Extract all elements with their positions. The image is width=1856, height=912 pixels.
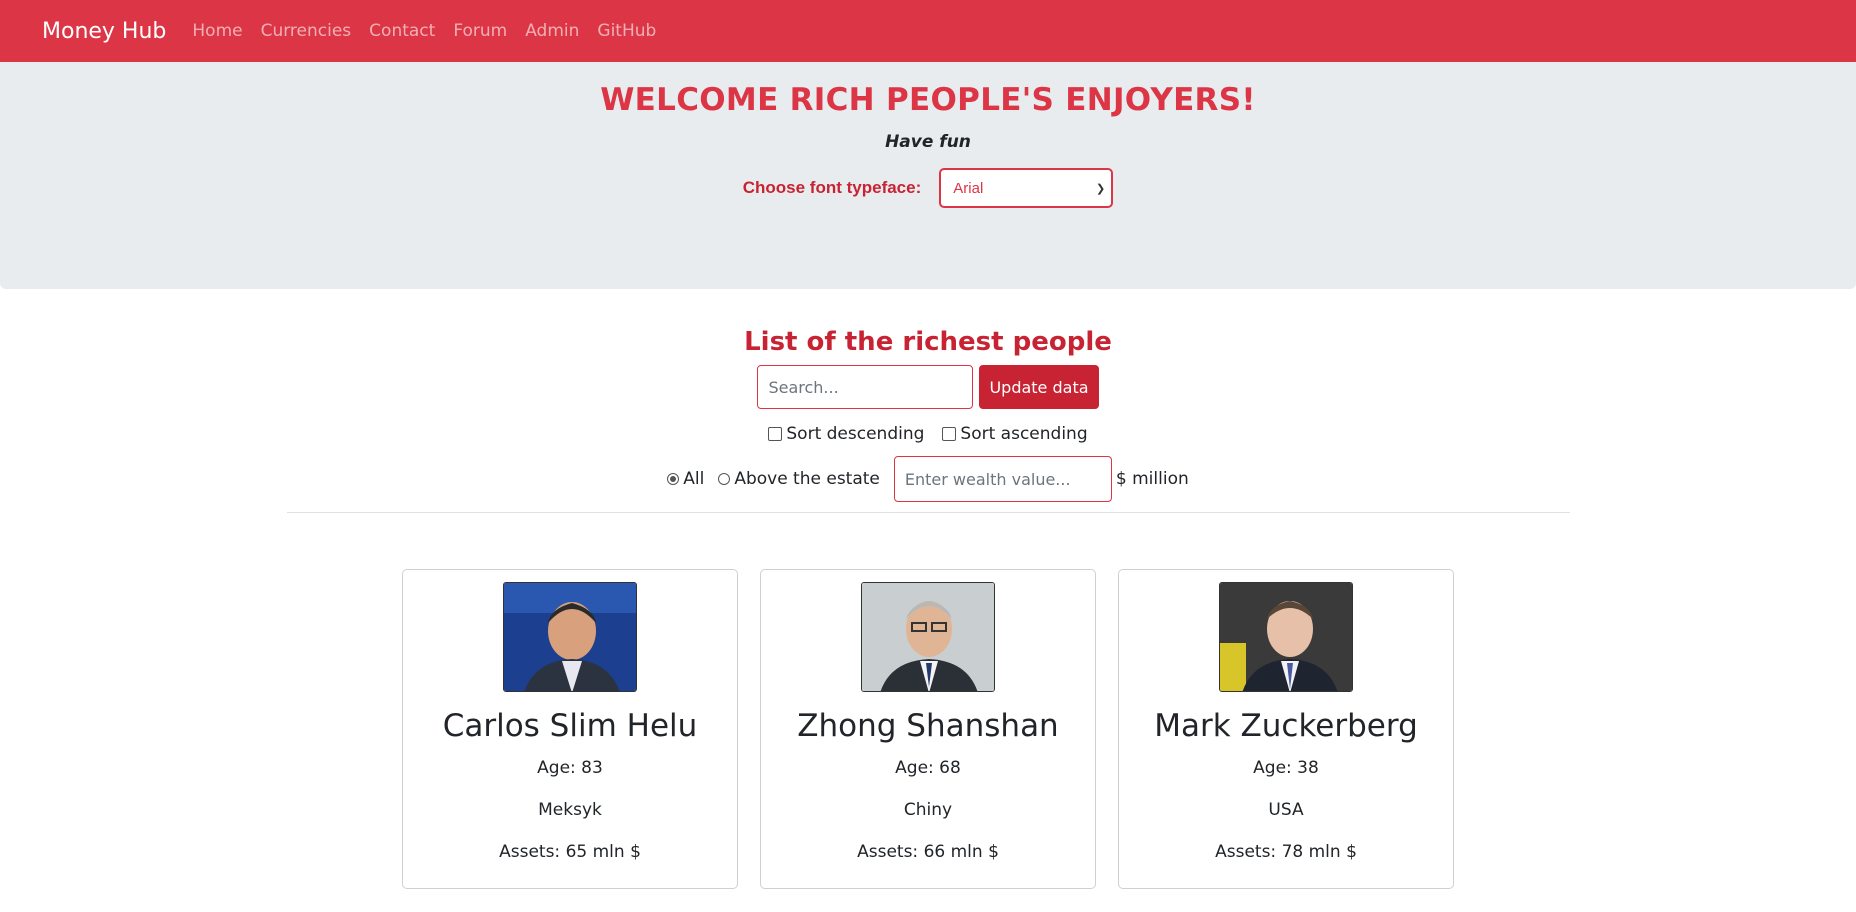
sort-options: Sort descending Sort ascending [0,424,1856,444]
richest-list-section: List of the richest people Search... Upd… [0,327,1856,889]
update-data-button[interactable]: Update data [979,365,1099,409]
sort-descending-checkbox[interactable] [768,427,783,441]
nav-home-link[interactable]: Home [192,21,242,41]
wealth-unit-label: $ million [1115,469,1189,489]
person-country: USA [1268,800,1304,820]
person-name: Carlos Slim Helu [442,708,698,744]
filter-all-option[interactable]: All [667,469,704,489]
filter-above-option[interactable]: Above the estate [718,469,880,489]
navbar: Money Hub Home Currencies Contact Forum … [0,0,1856,62]
chevron-down-icon: ❯ [1096,182,1106,195]
nav-admin-link[interactable]: Admin [525,21,579,41]
person-card: Carlos Slim Helu Age: 83 Meksyk Assets: … [402,569,738,889]
person-country: Chiny [903,800,953,820]
wealth-filter: All Above the estate Enter wealth value.… [0,456,1856,502]
nav-github-link[interactable]: GitHub [597,21,656,41]
search-row: Search... Update data [0,365,1856,409]
sort-ascending-label: Sort ascending [960,424,1088,444]
hero-jumbotron: WELCOME RICH PEOPLE'S ENJOYERS! Have fun… [0,62,1856,289]
person-card: Mark Zuckerberg Age: 38 USA Assets: 78 m… [1118,569,1454,889]
hero-title: WELCOME RICH PEOPLE'S ENJOYERS! [600,82,1256,118]
person-assets: Assets: 66 mln $ [857,842,999,862]
nav-currencies-link[interactable]: Currencies [261,21,352,41]
hero-subtitle: Have fun [885,132,971,152]
list-title: List of the richest people [744,327,1112,357]
person-age: Age: 38 [1253,758,1319,778]
sort-ascending-option[interactable]: Sort ascending [942,424,1088,444]
brand-logo[interactable]: Money Hub [42,19,166,44]
person-card: Zhong Shanshan Age: 68 Chiny Assets: 66 … [760,569,1096,889]
wealth-value-input[interactable]: Enter wealth value... [893,456,1112,502]
person-photo [1219,582,1353,692]
font-select[interactable]: Arial ❯ [939,168,1114,208]
person-assets: Assets: 78 mln $ [1215,842,1357,862]
filter-above-label: Above the estate [734,469,880,489]
font-select-value: Arial [953,179,984,197]
person-age: Age: 68 [895,758,961,778]
person-assets: Assets: 65 mln $ [499,842,641,862]
filter-all-radio[interactable] [667,473,680,485]
person-name: Mark Zuckerberg [1154,708,1418,744]
search-input[interactable]: Search... [757,365,974,409]
person-photo [503,582,637,692]
font-chooser: Choose font typeface: Arial ❯ [0,168,1856,208]
sort-descending-option[interactable]: Sort descending [768,424,924,444]
font-label: Choose font typeface: [742,178,922,197]
person-age: Age: 83 [537,758,603,778]
person-name: Zhong Shanshan [797,708,1059,744]
person-photo [861,582,995,692]
sort-ascending-checkbox[interactable] [942,427,957,441]
filter-all-label: All [683,469,705,489]
people-cards: Carlos Slim Helu Age: 83 Meksyk Assets: … [0,569,1856,889]
filter-above-radio[interactable] [718,473,731,485]
nav-forum-link[interactable]: Forum [453,21,507,41]
person-country: Meksyk [538,800,602,820]
sort-descending-label: Sort descending [786,424,925,444]
divider [286,512,1570,513]
nav-contact-link[interactable]: Contact [369,21,435,41]
